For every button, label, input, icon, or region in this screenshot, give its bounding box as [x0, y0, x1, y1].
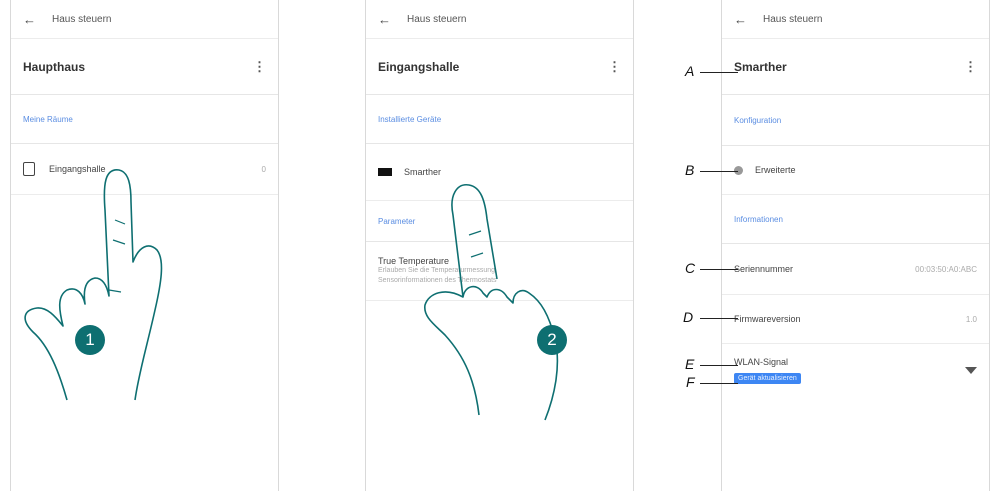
section-rooms: Meine Räume	[11, 95, 278, 144]
wlan-row: WLAN-Signal Gerät aktualisieren	[722, 344, 989, 396]
wifi-signal-icon	[965, 366, 977, 374]
device-title-row: Smarther ⋮	[722, 39, 989, 95]
callout-e: E	[685, 356, 695, 372]
step-badge-2: 2	[537, 325, 567, 355]
more-menu-icon[interactable]: ⋮	[253, 59, 266, 75]
home-name: Haupthaus	[23, 59, 86, 74]
screen-device-detail: ← Haus steuern Smarther ⋮ Konfiguration …	[721, 0, 990, 491]
serial-row: Seriennummer 00:03:50:A0:ABC	[722, 244, 989, 295]
pointing-hand-2	[424, 184, 559, 421]
top-bar: ← Haus steuern	[722, 0, 989, 39]
home-title-row: Haupthaus ⋮	[11, 39, 278, 95]
callout-b-line	[700, 171, 738, 172]
thermostat-icon	[378, 168, 392, 176]
more-menu-icon[interactable]: ⋮	[964, 59, 977, 75]
firmware-row: Firmwareversion 1.0	[722, 295, 989, 344]
serial-value: 00:03:50:A0:ABC	[915, 264, 977, 274]
wlan-label: WLAN-Signal	[734, 356, 789, 367]
room-title-row: Eingangshalle ⋮	[366, 39, 633, 95]
firmware-label: Firmwareversion	[734, 314, 801, 324]
wlan-texts: WLAN-Signal Gerät aktualisieren	[734, 357, 801, 384]
room-name: Eingangshalle	[378, 59, 460, 74]
pointing-hand-1	[24, 169, 163, 401]
callout-b: B	[685, 162, 695, 178]
callout-d: D	[683, 309, 694, 325]
top-bar: ← Haus steuern	[366, 0, 633, 39]
callout-a-line	[700, 72, 738, 73]
advanced-item[interactable]: Erweiterte	[722, 146, 989, 195]
more-menu-icon[interactable]: ⋮	[608, 59, 621, 75]
room-device-count: 0	[261, 164, 266, 174]
step-badge-1: 1	[75, 325, 105, 355]
callout-a: A	[685, 63, 695, 79]
device-name: Smarther	[734, 59, 787, 74]
back-arrow-icon[interactable]: ←	[23, 12, 36, 27]
back-arrow-icon[interactable]: ←	[378, 12, 391, 27]
callout-d-line	[700, 318, 738, 319]
gear-icon	[734, 165, 743, 175]
section-config: Konfiguration	[722, 95, 989, 146]
callout-c: C	[685, 260, 696, 276]
section-info: Informationen	[722, 195, 989, 244]
section-devices: Installierte Geräte	[366, 95, 633, 144]
serial-label: Seriennummer	[734, 264, 794, 274]
callout-f: F	[686, 374, 695, 390]
top-bar: ← Haus steuern	[11, 0, 278, 39]
callout-f-line	[700, 383, 738, 384]
back-arrow-icon[interactable]: ←	[734, 12, 747, 27]
advanced-label: Erweiterte	[755, 165, 796, 175]
header-title: Haus steuern	[763, 13, 823, 25]
firmware-value: 1.0	[965, 314, 977, 324]
wlan-status: Gerät aktualisieren	[734, 372, 801, 384]
callout-c-line	[700, 269, 738, 270]
callout-e-line	[700, 365, 738, 366]
header-title: Haus steuern	[52, 13, 112, 25]
header-title: Haus steuern	[407, 13, 467, 25]
